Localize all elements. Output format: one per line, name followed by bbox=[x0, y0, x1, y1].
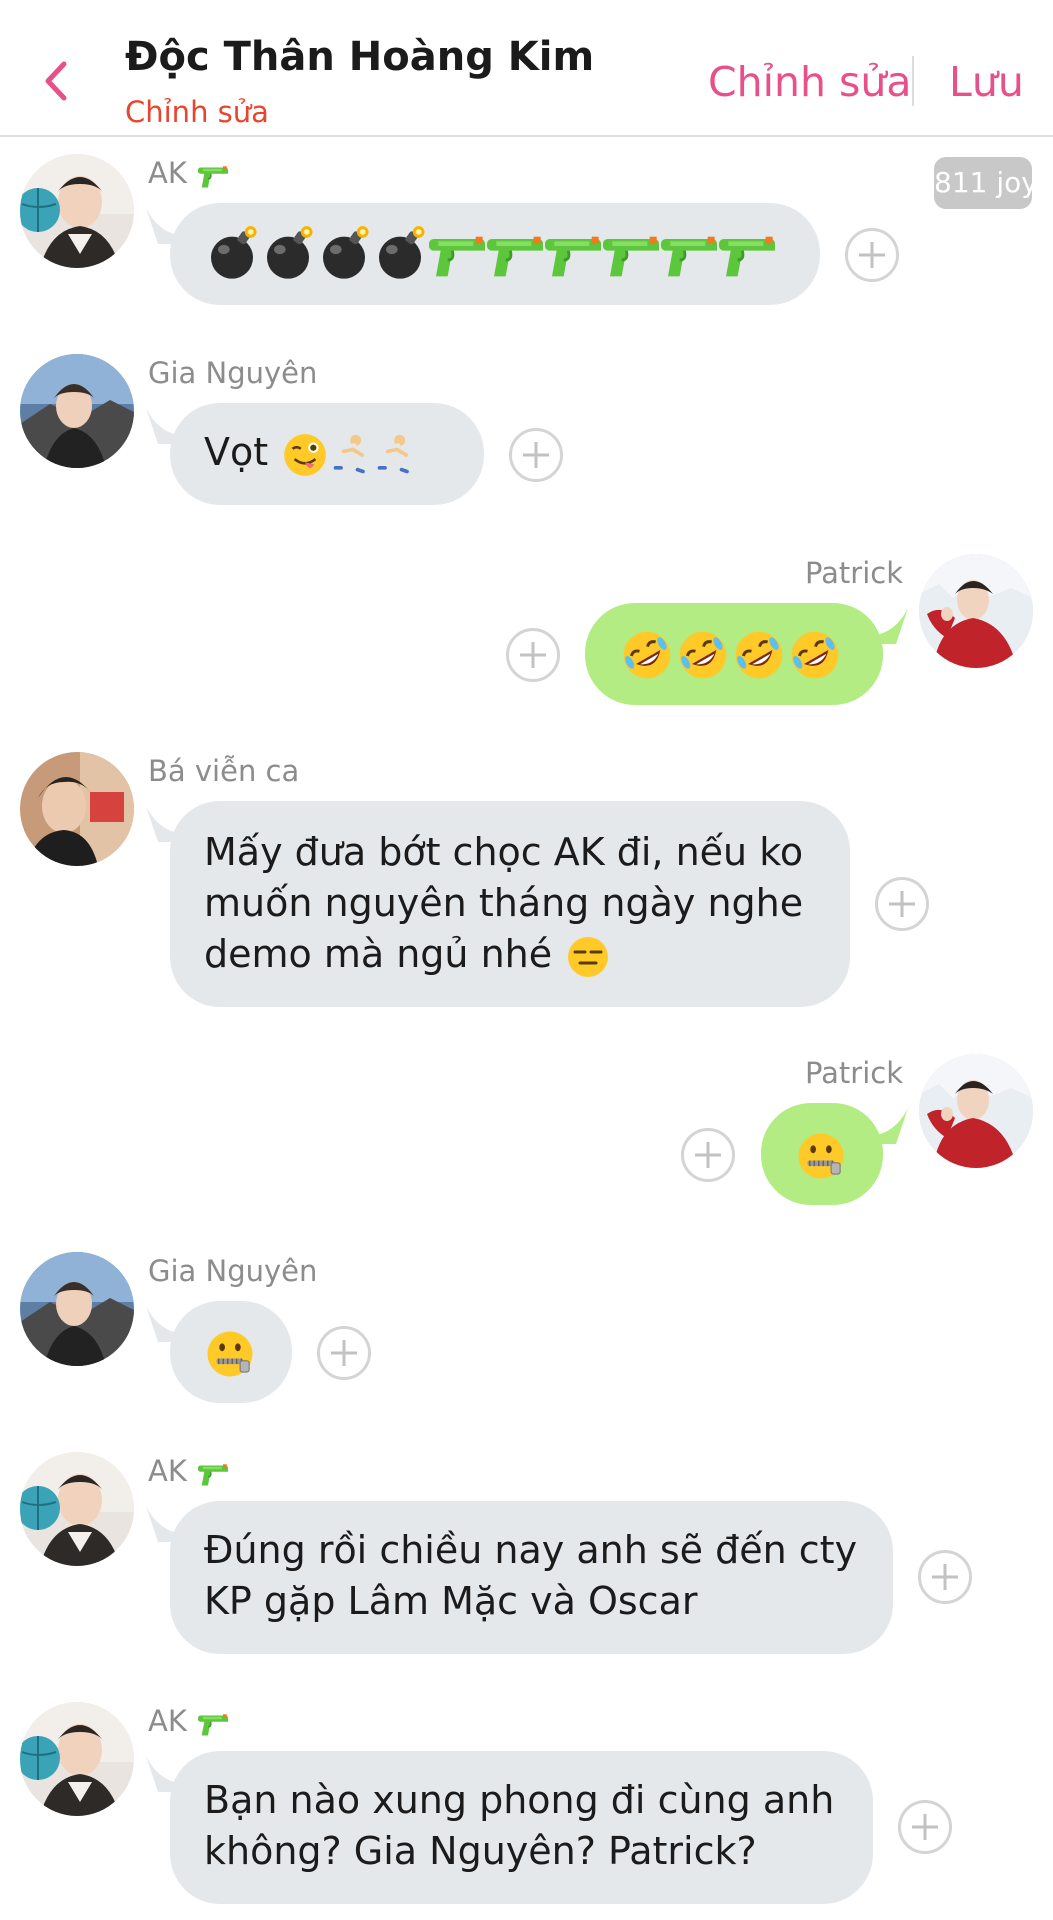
water-pistol-icon bbox=[660, 235, 718, 278]
message-text-line: muốn nguyên tháng ngày nghe bbox=[204, 881, 804, 925]
rolling-on-floor-laughing-icon bbox=[675, 627, 731, 683]
chat-header: Độc Thân Hoàng Kim Chỉnh sửa Chỉnh sửa L… bbox=[0, 0, 1053, 137]
message-bubble[interactable] bbox=[585, 603, 883, 705]
react-plus-button[interactable] bbox=[509, 428, 563, 482]
bomb-icon bbox=[379, 226, 425, 279]
emoji-row bbox=[619, 627, 849, 683]
sender-name: AK bbox=[148, 156, 233, 190]
react-plus-button[interactable] bbox=[317, 1326, 371, 1380]
sender-name: Patrick bbox=[804, 556, 903, 590]
water-pistol-icon bbox=[718, 235, 776, 278]
avatar-ak[interactable] bbox=[20, 154, 134, 268]
message-bubble[interactable]: Bạn nào xung phong đi cùng anh không? Gi… bbox=[170, 1751, 873, 1904]
message-text-line: demo mà ngủ nhé bbox=[204, 932, 553, 976]
zipper-mouth-face-icon bbox=[797, 1132, 845, 1179]
water-pistol-icon bbox=[602, 235, 660, 278]
avatar-patrick[interactable] bbox=[919, 1054, 1033, 1168]
sender-name: AK bbox=[148, 1704, 233, 1738]
avatar-ak[interactable] bbox=[20, 1452, 134, 1566]
avatar-patrick[interactable] bbox=[919, 554, 1033, 668]
water-pistol-icon bbox=[428, 235, 486, 278]
sender-name: Gia Nguyên bbox=[148, 356, 318, 390]
message-bubble[interactable]: Đúng rồi chiều nay anh sẽ đến cty KP gặp… bbox=[170, 1501, 893, 1654]
expressionless-face-icon bbox=[566, 935, 610, 978]
message-bubble[interactable] bbox=[170, 1301, 292, 1403]
water-pistol-icon bbox=[486, 235, 544, 278]
avatar-gia-nguyen[interactable] bbox=[20, 1252, 134, 1366]
message-text: Vọt bbox=[204, 430, 269, 474]
zipper-mouth-face-icon bbox=[206, 1330, 254, 1377]
chat-subtitle-edit-link[interactable]: Chỉnh sửa bbox=[125, 95, 269, 129]
message-text-line: KP gặp Lâm Mặc và Oscar bbox=[204, 1579, 698, 1623]
message-bubble[interactable]: Mấy đưa bớt chọc AK đi, nếu ko muốn nguy… bbox=[170, 801, 850, 1007]
header-divider bbox=[912, 56, 914, 106]
avatar-ba-vien-ca[interactable] bbox=[20, 752, 134, 866]
message-text-line: Bạn nào xung phong đi cùng anh bbox=[204, 1778, 835, 1822]
person-running-icon bbox=[374, 430, 418, 480]
avatar-gia-nguyen[interactable] bbox=[20, 354, 134, 468]
react-plus-button[interactable] bbox=[506, 628, 560, 682]
sender-name: Gia Nguyên bbox=[148, 1254, 318, 1288]
react-plus-button[interactable] bbox=[681, 1128, 735, 1182]
chevron-left-icon[interactable] bbox=[40, 58, 70, 104]
joy-count-badge: 811 joy bbox=[934, 157, 1032, 209]
bomb-icon bbox=[267, 226, 313, 279]
water-pistol-icon bbox=[197, 165, 229, 189]
rolling-on-floor-laughing-icon bbox=[619, 627, 675, 683]
message-bubble[interactable]: Vọt bbox=[170, 403, 484, 505]
bomb-icon bbox=[211, 226, 257, 279]
message-bubble[interactable] bbox=[170, 203, 820, 305]
sender-name: AK bbox=[148, 1454, 233, 1488]
react-plus-button[interactable] bbox=[918, 1550, 972, 1604]
chat-title: Độc Thân Hoàng Kim bbox=[125, 34, 595, 80]
sender-name: Bá viễn ca bbox=[148, 754, 300, 788]
save-button[interactable]: Lưu bbox=[949, 58, 1024, 106]
message-bubble[interactable] bbox=[761, 1103, 883, 1205]
emoji-row bbox=[204, 225, 786, 281]
bomb-icon bbox=[323, 226, 369, 279]
react-plus-button[interactable] bbox=[875, 877, 929, 931]
react-plus-button[interactable] bbox=[898, 1800, 952, 1854]
winking-face-with-tongue-icon bbox=[283, 432, 328, 477]
water-pistol-icon bbox=[197, 1713, 229, 1737]
person-running-icon bbox=[330, 430, 374, 480]
react-plus-button[interactable] bbox=[845, 228, 899, 282]
rolling-on-floor-laughing-icon bbox=[731, 627, 787, 683]
edit-button[interactable]: Chỉnh sửa bbox=[708, 58, 911, 106]
water-pistol-icon bbox=[197, 1463, 229, 1487]
rolling-on-floor-laughing-icon bbox=[787, 627, 843, 683]
water-pistol-icon bbox=[544, 235, 602, 278]
message-text-line: Mấy đưa bớt chọc AK đi, nếu ko bbox=[204, 830, 804, 874]
sender-name: Patrick bbox=[804, 1056, 903, 1090]
avatar-ak[interactable] bbox=[20, 1702, 134, 1816]
message-text-line: Đúng rồi chiều nay anh sẽ đến cty bbox=[204, 1528, 858, 1572]
message-text-line: không? Gia Nguyên? Patrick? bbox=[204, 1829, 757, 1873]
